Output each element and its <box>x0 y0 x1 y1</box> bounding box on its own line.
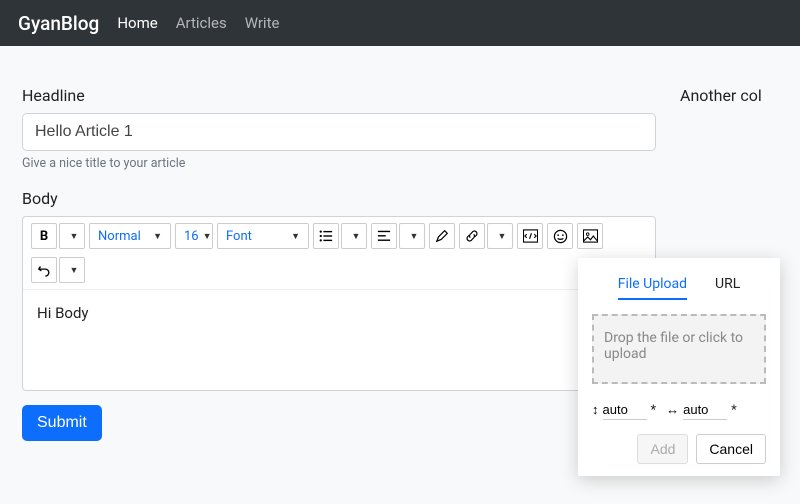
submit-button[interactable]: Submit <box>22 405 102 441</box>
editor-content[interactable]: Hi Body <box>23 290 655 390</box>
width-icon: ↔ <box>666 402 679 418</box>
width-input[interactable] <box>683 400 727 420</box>
editor: B ▼ Normal▼ 16▼ Font▼ ▼ ▼ <box>22 216 656 391</box>
link-more[interactable]: ▼ <box>487 223 513 249</box>
headline-input[interactable] <box>22 113 656 151</box>
link-button[interactable] <box>459 223 485 249</box>
headline-label: Headline <box>22 86 656 105</box>
width-required: * <box>731 403 737 418</box>
toolbar: B ▼ Normal▼ 16▼ Font▼ ▼ ▼ <box>23 217 655 290</box>
height-required: * <box>651 403 657 418</box>
body-label: Body <box>22 189 656 208</box>
tab-url[interactable]: URL <box>715 276 740 300</box>
align-more[interactable]: ▼ <box>399 223 425 249</box>
pen-button[interactable] <box>429 223 455 249</box>
brand[interactable]: GyanBlog <box>18 12 99 35</box>
bold-more[interactable]: ▼ <box>59 223 85 249</box>
list-more[interactable]: ▼ <box>341 223 367 249</box>
dropzone[interactable]: Drop the file or click to upload <box>592 314 766 384</box>
bold-button[interactable]: B <box>31 223 57 249</box>
nav-articles[interactable]: Articles <box>176 14 227 32</box>
font-select[interactable]: Font▼ <box>217 223 309 249</box>
tab-file-upload[interactable]: File Upload <box>618 276 687 300</box>
align-button[interactable] <box>371 223 397 249</box>
undo-button[interactable] <box>31 257 57 283</box>
sidecol-title: Another col <box>680 86 778 105</box>
size-select[interactable]: 16▼ <box>175 223 213 249</box>
nav-write[interactable]: Write <box>245 14 280 32</box>
embed-button[interactable] <box>517 223 543 249</box>
image-upload-popover: File Upload URL Drop the file or click t… <box>578 258 780 476</box>
navbar: GyanBlog Home Articles Write <box>0 0 800 46</box>
style-select[interactable]: Normal▼ <box>89 223 171 249</box>
add-button[interactable]: Add <box>637 434 688 464</box>
undo-more[interactable]: ▼ <box>59 257 85 283</box>
list-ul-button[interactable] <box>313 223 339 249</box>
nav-home[interactable]: Home <box>117 14 157 32</box>
image-button[interactable] <box>577 223 603 249</box>
cancel-button[interactable]: Cancel <box>696 434 766 464</box>
height-icon: ↕ <box>592 402 599 418</box>
headline-help: Give a nice title to your article <box>22 156 656 171</box>
emoji-button[interactable] <box>547 223 573 249</box>
height-input[interactable] <box>603 400 647 420</box>
